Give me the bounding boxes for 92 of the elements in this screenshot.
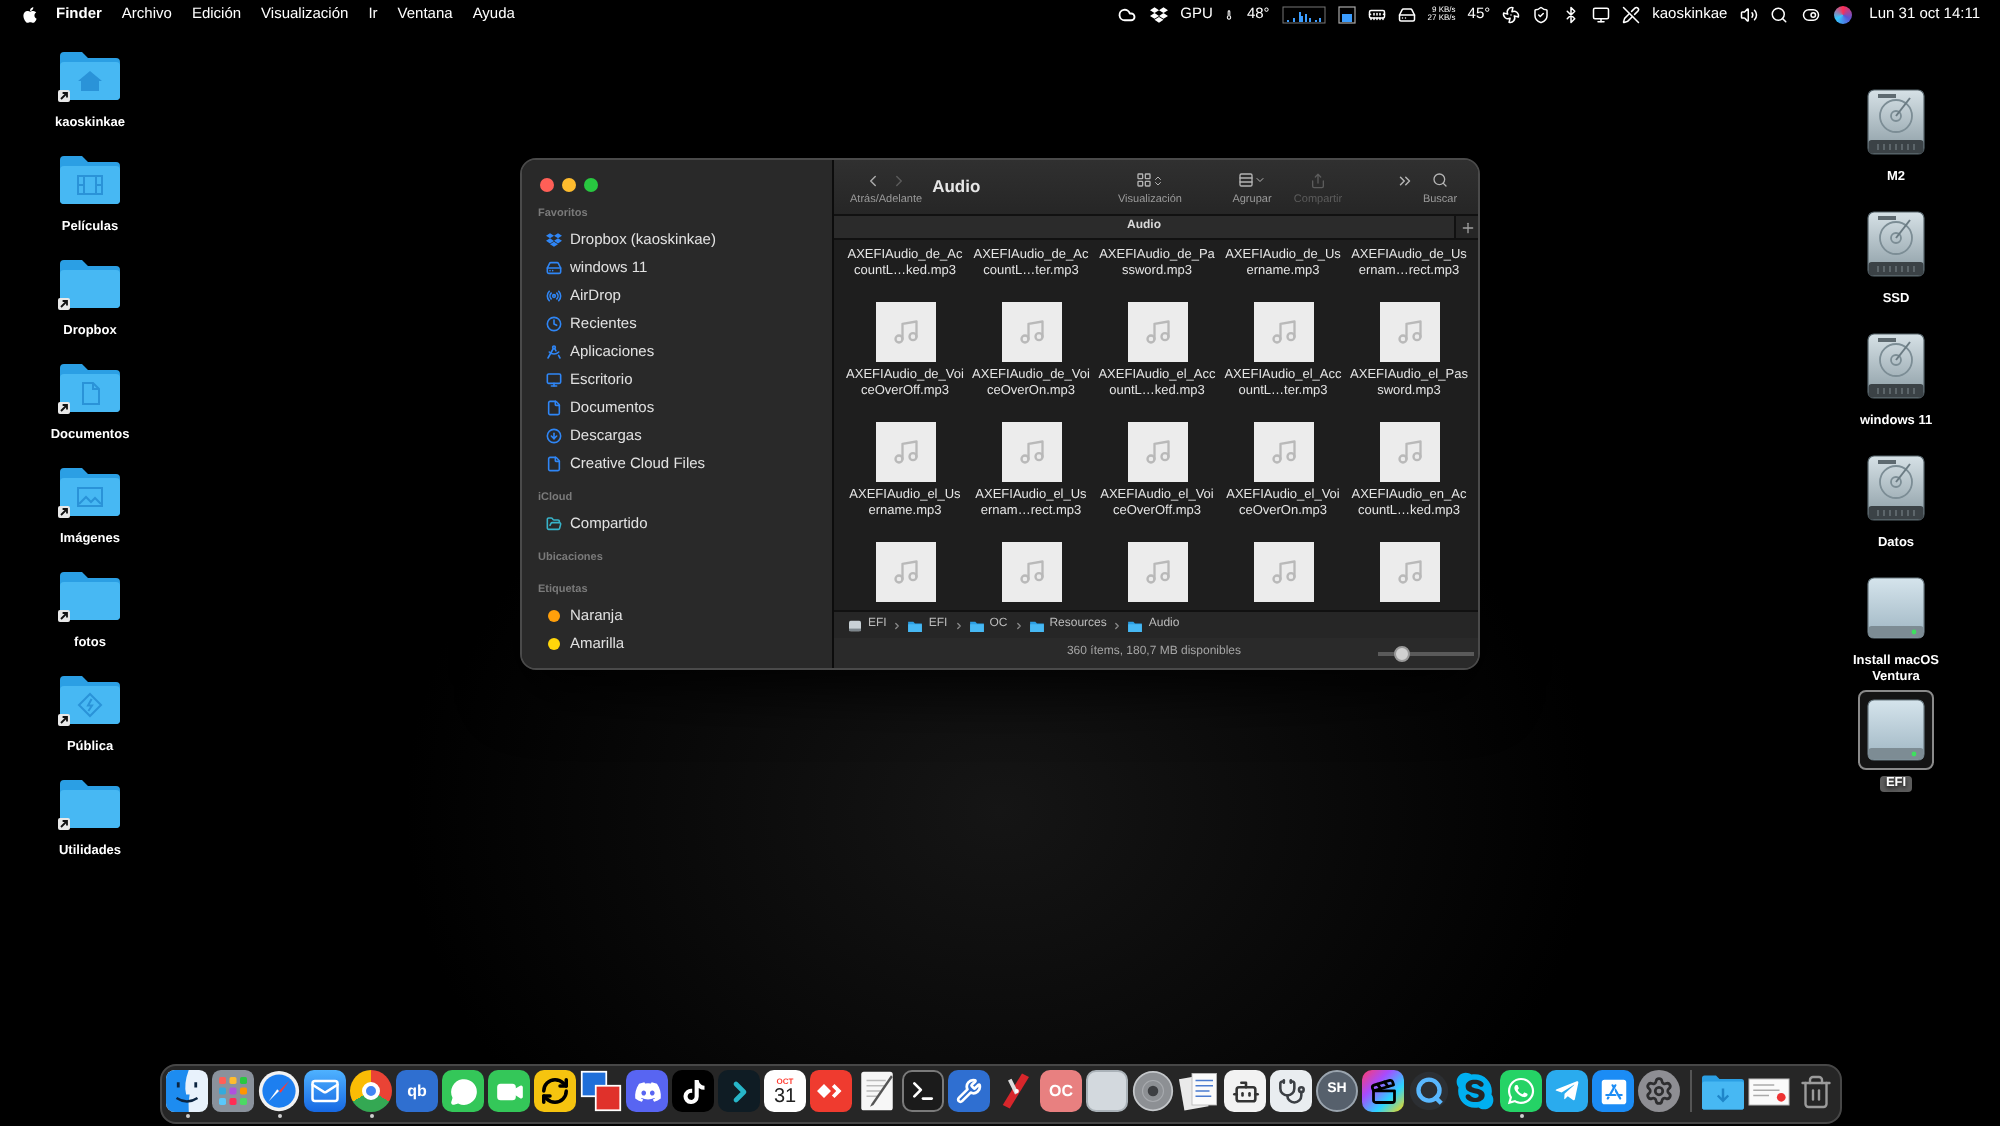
zoom-button[interactable] <box>584 178 598 192</box>
slider-thumb[interactable] <box>1394 645 1410 661</box>
cloud-icon[interactable] <box>1116 5 1139 23</box>
folder-icon[interactable] <box>58 256 122 310</box>
close-button[interactable] <box>540 178 554 192</box>
caret-icon <box>1254 174 1266 186</box>
drive-icon <box>546 260 562 276</box>
envelope-icon[interactable] <box>304 1070 346 1112</box>
overlapping-squares-icon[interactable] <box>580 1070 622 1112</box>
ring-icon[interactable] <box>1408 1070 1450 1112</box>
new-tab-button[interactable] <box>1454 216 1478 238</box>
folder-icon[interactable] <box>58 152 122 206</box>
plus-icon <box>1459 219 1475 235</box>
folder-icon[interactable] <box>58 48 122 102</box>
terminal-icon[interactable] <box>902 1070 944 1112</box>
folder-icon <box>546 516 562 532</box>
paper-pen-icon[interactable] <box>856 1070 898 1112</box>
hard-drive-icon[interactable] <box>1866 332 1926 400</box>
drafting-compass-icon <box>546 344 562 360</box>
folder-icon <box>908 619 923 631</box>
rows-icon <box>1238 172 1254 188</box>
clock-icon <box>546 316 562 332</box>
hard-drive-icon[interactable] <box>1866 454 1926 522</box>
folder-icon[interactable] <box>58 360 122 414</box>
thermometer-icon <box>1224 5 1235 23</box>
chevrons-right-icon <box>1395 171 1413 189</box>
chevron-icon <box>953 619 964 631</box>
document-icon <box>546 456 562 472</box>
document-icon[interactable] <box>1748 1077 1790 1105</box>
chevron-icon <box>1112 619 1123 631</box>
stethoscope-icon[interactable] <box>1270 1070 1312 1112</box>
volume-icon[interactable] <box>1739 5 1758 23</box>
download-folder-icon[interactable] <box>1702 1073 1744 1109</box>
document-icon <box>546 400 562 416</box>
video-camera-icon[interactable] <box>488 1070 530 1112</box>
monitor-icon <box>546 372 562 388</box>
diamond-arrows-icon[interactable] <box>810 1070 852 1112</box>
download-icon <box>546 428 562 444</box>
app-grid-icon[interactable] <box>212 1070 254 1112</box>
chevron-icon <box>1013 619 1024 631</box>
s-logo-icon[interactable] <box>1454 1070 1496 1112</box>
search-icon <box>1432 172 1448 188</box>
hard-drive-icon[interactable] <box>1866 88 1926 156</box>
documents-icon[interactable] <box>1178 1070 1220 1112</box>
toggle-icon[interactable] <box>1799 5 1822 23</box>
pen-off-icon[interactable] <box>1622 5 1641 23</box>
minimize-button[interactable] <box>562 178 576 192</box>
music-note-icon[interactable] <box>672 1070 714 1112</box>
wrench-icon[interactable] <box>948 1070 990 1112</box>
paper-plane-icon[interactable] <box>1546 1070 1588 1112</box>
external-drive-icon[interactable] <box>1866 576 1926 640</box>
blank-tile-icon[interactable] <box>1086 1070 1128 1112</box>
monitor-icon[interactable] <box>1592 5 1611 23</box>
grid-icon <box>1136 172 1152 188</box>
chevron-icon <box>892 619 903 631</box>
share-icon <box>1310 171 1326 189</box>
letter-a-icon[interactable] <box>1592 1070 1634 1112</box>
speech-bubble-icon[interactable] <box>442 1070 484 1112</box>
memory-bars-icon[interactable] <box>1337 5 1356 23</box>
circular-arrows-icon[interactable] <box>534 1070 576 1112</box>
compass-icon[interactable] <box>258 1070 300 1112</box>
settings-icon[interactable] <box>1638 1070 1680 1112</box>
dropbox-icon <box>546 232 562 248</box>
folder-icon <box>969 619 984 631</box>
clapperboard-icon[interactable] <box>1362 1070 1404 1112</box>
hard-drive-icon[interactable] <box>1866 210 1926 278</box>
folder-icon <box>1029 619 1044 631</box>
dropbox-icon[interactable] <box>1150 5 1169 23</box>
folder-icon[interactable] <box>58 464 122 518</box>
memory-icon[interactable] <box>1367 5 1386 23</box>
game-controller-icon[interactable] <box>626 1070 668 1112</box>
folder-icon[interactable] <box>58 568 122 622</box>
calendar-day: 31 <box>773 1085 797 1107</box>
cpu-sparkline[interactable] <box>1281 5 1326 23</box>
robot-icon[interactable] <box>1224 1070 1266 1112</box>
bluetooth-icon[interactable] <box>1562 5 1581 23</box>
face-tile-icon[interactable] <box>166 1070 208 1112</box>
radio-waves-icon <box>546 288 562 304</box>
drive-icon <box>848 619 862 631</box>
fan-icon[interactable] <box>1502 5 1521 23</box>
disc-icon[interactable] <box>1132 1070 1174 1112</box>
chevron-icon[interactable] <box>718 1070 760 1112</box>
search-icon[interactable] <box>1769 5 1788 23</box>
shield-check-icon[interactable] <box>1532 5 1551 23</box>
orb-icon[interactable] <box>1833 5 1852 23</box>
folder-icon[interactable] <box>58 776 122 830</box>
window-title: Audio <box>932 176 981 196</box>
folder-icon[interactable] <box>58 672 122 726</box>
phone-bubble-icon[interactable] <box>1500 1070 1542 1112</box>
app-logo[interactable]: qb <box>396 1070 438 1112</box>
apple-icon[interactable] <box>22 5 38 23</box>
folder-icon <box>1128 619 1143 631</box>
